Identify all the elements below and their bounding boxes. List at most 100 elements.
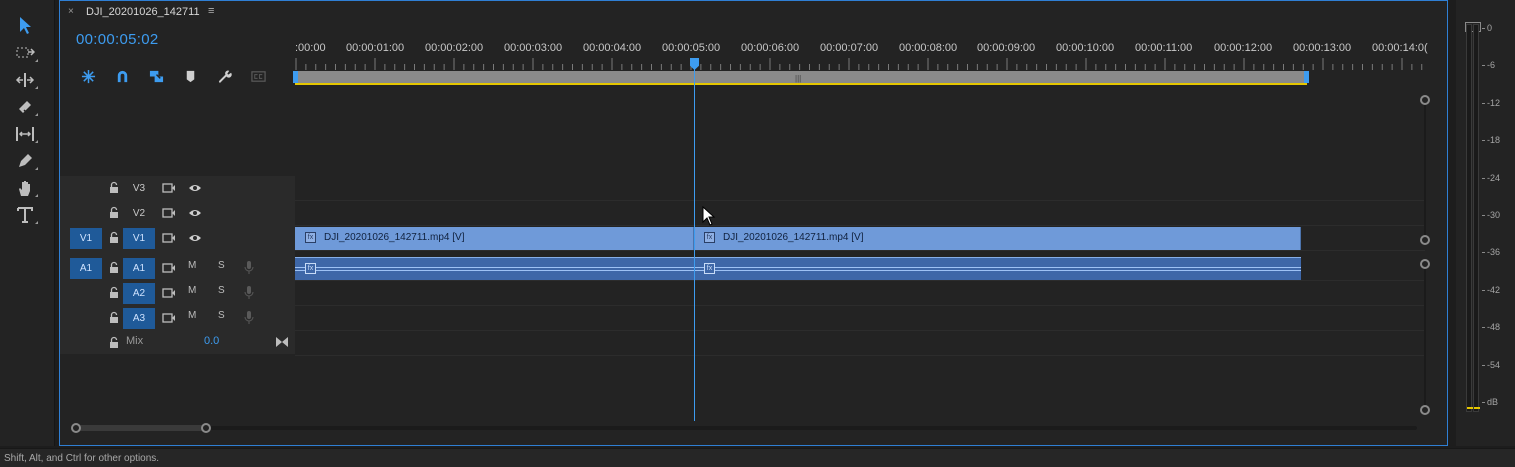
meter-scale-tick: [1482, 65, 1485, 67]
timeline-zoom-scrollbar[interactable]: [71, 423, 1423, 433]
captions-icon[interactable]: [249, 67, 267, 85]
lock-icon[interactable]: [108, 336, 120, 350]
timeline-settings-wrench-icon[interactable]: [215, 67, 233, 85]
lane-a3[interactable]: [295, 306, 1425, 331]
source-patch-a1[interactable]: A1: [70, 258, 102, 279]
track-header-a2: A2 M S: [60, 281, 295, 306]
type-tool-icon[interactable]: [10, 204, 40, 226]
fx-badge-icon: fx: [704, 232, 715, 243]
playhead-timecode[interactable]: 00:00:05:02: [76, 31, 159, 48]
solo-button[interactable]: S: [218, 285, 225, 296]
sequence-tab-title[interactable]: DJI_20201026_142711: [86, 6, 200, 18]
timeline-track-area[interactable]: :00:00 00:00:01:00 00:00:02:00 00:00:03:…: [293, 31, 1428, 421]
work-area-grip-icon[interactable]: |||: [795, 74, 801, 83]
toggle-track-output-eye-icon[interactable]: [188, 182, 202, 194]
audio-tracks-scrollbar[interactable]: [1420, 259, 1430, 415]
razor-tool-icon[interactable]: [10, 96, 40, 118]
ruler-label: 00:00:11:00: [1135, 42, 1193, 54]
voice-over-mic-icon[interactable]: [244, 260, 254, 275]
ruler-label: 00:00:12:00: [1214, 42, 1273, 54]
add-marker-icon[interactable]: [181, 67, 199, 85]
track-name-v3[interactable]: V3: [123, 178, 155, 199]
sync-lock-icon[interactable]: [162, 182, 176, 194]
ripple-edit-tool-icon[interactable]: [10, 69, 40, 91]
lock-icon[interactable]: [108, 261, 120, 275]
toggle-track-output-eye-icon[interactable]: [188, 207, 202, 219]
lock-icon[interactable]: [108, 311, 120, 325]
ripple-edit-insert-icon[interactable]: [79, 67, 97, 85]
scroll-knob-top[interactable]: [1420, 259, 1430, 269]
track-name-v2[interactable]: V2: [123, 203, 155, 224]
playhead-line[interactable]: [694, 61, 695, 421]
go-to-end-icon[interactable]: [276, 337, 288, 347]
lock-icon[interactable]: [108, 206, 120, 220]
video-clip[interactable]: fx DJI_20201026_142711.mp4 [V]: [694, 227, 1301, 250]
snap-magnet-icon[interactable]: [113, 67, 131, 85]
lane-v1[interactable]: fx DJI_20201026_142711.mp4 [V] fx DJI_20…: [295, 226, 1425, 251]
lock-icon[interactable]: [108, 181, 120, 195]
audio-clip[interactable]: fx: [694, 257, 1301, 280]
selection-tool-icon[interactable]: [10, 14, 40, 36]
mix-volume-value[interactable]: 0.0: [204, 335, 219, 347]
track-name-a3[interactable]: A3: [123, 308, 155, 329]
mute-button[interactable]: M: [188, 285, 196, 296]
audio-clip[interactable]: fx: [295, 257, 694, 280]
sync-lock-icon[interactable]: [162, 207, 176, 219]
video-clip[interactable]: fx DJI_20201026_142711.mp4 [V]: [295, 227, 694, 250]
toggle-track-output-eye-icon[interactable]: [188, 232, 202, 244]
meter-channel-right: [1473, 24, 1480, 412]
solo-button[interactable]: S: [218, 310, 225, 321]
work-area-bar[interactable]: |||: [293, 71, 1309, 85]
mix-label: Mix: [126, 335, 144, 347]
zoom-handle-right[interactable]: [201, 423, 211, 433]
lock-icon[interactable]: [108, 231, 120, 245]
zoom-scroll-thumb[interactable]: [77, 425, 207, 431]
sync-lock-icon[interactable]: [162, 232, 176, 244]
voice-over-mic-icon[interactable]: [244, 310, 254, 325]
scroll-knob-top[interactable]: [1420, 95, 1430, 105]
sync-lock-icon[interactable]: [162, 287, 176, 299]
lane-a1[interactable]: fx fx: [295, 256, 1425, 281]
fx-badge-icon: fx: [305, 263, 316, 274]
track-select-tool-icon[interactable]: [10, 42, 40, 64]
audio-waveform: [694, 267, 1301, 271]
meter-scale-label: -24: [1487, 172, 1501, 183]
lane-v2[interactable]: [295, 201, 1425, 226]
slip-tool-icon[interactable]: [10, 123, 40, 145]
lane-mix[interactable]: [295, 331, 1425, 356]
video-tracks-scrollbar[interactable]: [1420, 95, 1430, 245]
work-area-out-handle[interactable]: [1304, 71, 1309, 83]
scroll-knob-bottom[interactable]: [1420, 405, 1430, 415]
zoom-handle-left[interactable]: [71, 423, 81, 433]
sync-lock-icon[interactable]: [162, 312, 176, 324]
mute-button[interactable]: M: [188, 260, 196, 271]
solo-button[interactable]: S: [218, 260, 225, 271]
track-name-a2[interactable]: A2: [123, 283, 155, 304]
meter-scale-tick: [1482, 177, 1485, 179]
track-name-a1[interactable]: A1: [123, 258, 155, 279]
hand-tool-icon[interactable]: [10, 177, 40, 199]
track-name-v1[interactable]: V1: [123, 228, 155, 249]
lock-icon[interactable]: [108, 286, 120, 300]
meter-scale-label: -18: [1487, 135, 1501, 146]
work-area-in-handle[interactable]: [293, 71, 298, 83]
ruler-label: 00:00:02:00: [425, 42, 484, 54]
lane-v3[interactable]: [295, 176, 1425, 201]
status-bar: Shift, Alt, and Ctrl for other options.: [0, 448, 1515, 467]
panel-menu-icon[interactable]: ≡: [208, 5, 214, 17]
mute-button[interactable]: M: [188, 310, 196, 321]
pen-tool-icon[interactable]: [10, 150, 40, 172]
source-patch-v1[interactable]: V1: [70, 228, 102, 249]
scroll-knob-bottom[interactable]: [1420, 235, 1430, 245]
voice-over-mic-icon[interactable]: [244, 285, 254, 300]
lane-a2[interactable]: [295, 281, 1425, 306]
track-header-v1: V1 V1: [60, 226, 295, 251]
sequence-tab[interactable]: × DJI_20201026_142711 ≡: [60, 1, 1447, 23]
linked-selection-icon[interactable]: [147, 67, 165, 85]
time-ruler[interactable]: :00:00 00:00:01:00 00:00:02:00 00:00:03:…: [295, 31, 1428, 71]
sync-lock-icon[interactable]: [162, 262, 176, 274]
meter-scale-tick: [1482, 102, 1485, 104]
close-tab-icon[interactable]: ×: [68, 6, 74, 17]
ruler-label: 00:00:06:00: [741, 42, 800, 54]
track-header-v3: V3: [60, 176, 295, 201]
